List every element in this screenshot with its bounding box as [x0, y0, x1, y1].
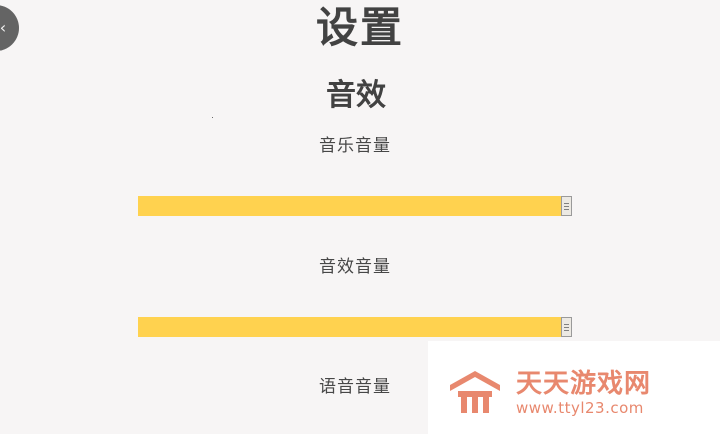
- watermark-url: www.ttyl23.com: [516, 399, 644, 417]
- music-volume-slider[interactable]: [138, 196, 572, 216]
- slider-handle[interactable]: [561, 317, 572, 337]
- page-title: 设置: [315, 3, 404, 52]
- slider-fill: [138, 196, 572, 216]
- slider-handle[interactable]: [561, 196, 572, 216]
- music-volume-label: 音乐音量: [319, 136, 391, 156]
- watermark: 天天游戏网 www.ttyl23.com: [428, 341, 720, 434]
- sfx-volume-slider[interactable]: [138, 317, 572, 337]
- sfx-volume-label: 音效音量: [319, 257, 391, 277]
- section-title: 音效: [326, 78, 386, 113]
- slider-fill: [138, 317, 572, 337]
- decorative-dot: [212, 117, 213, 118]
- watermark-logo-icon: [450, 371, 500, 413]
- watermark-name: 天天游戏网: [516, 369, 652, 399]
